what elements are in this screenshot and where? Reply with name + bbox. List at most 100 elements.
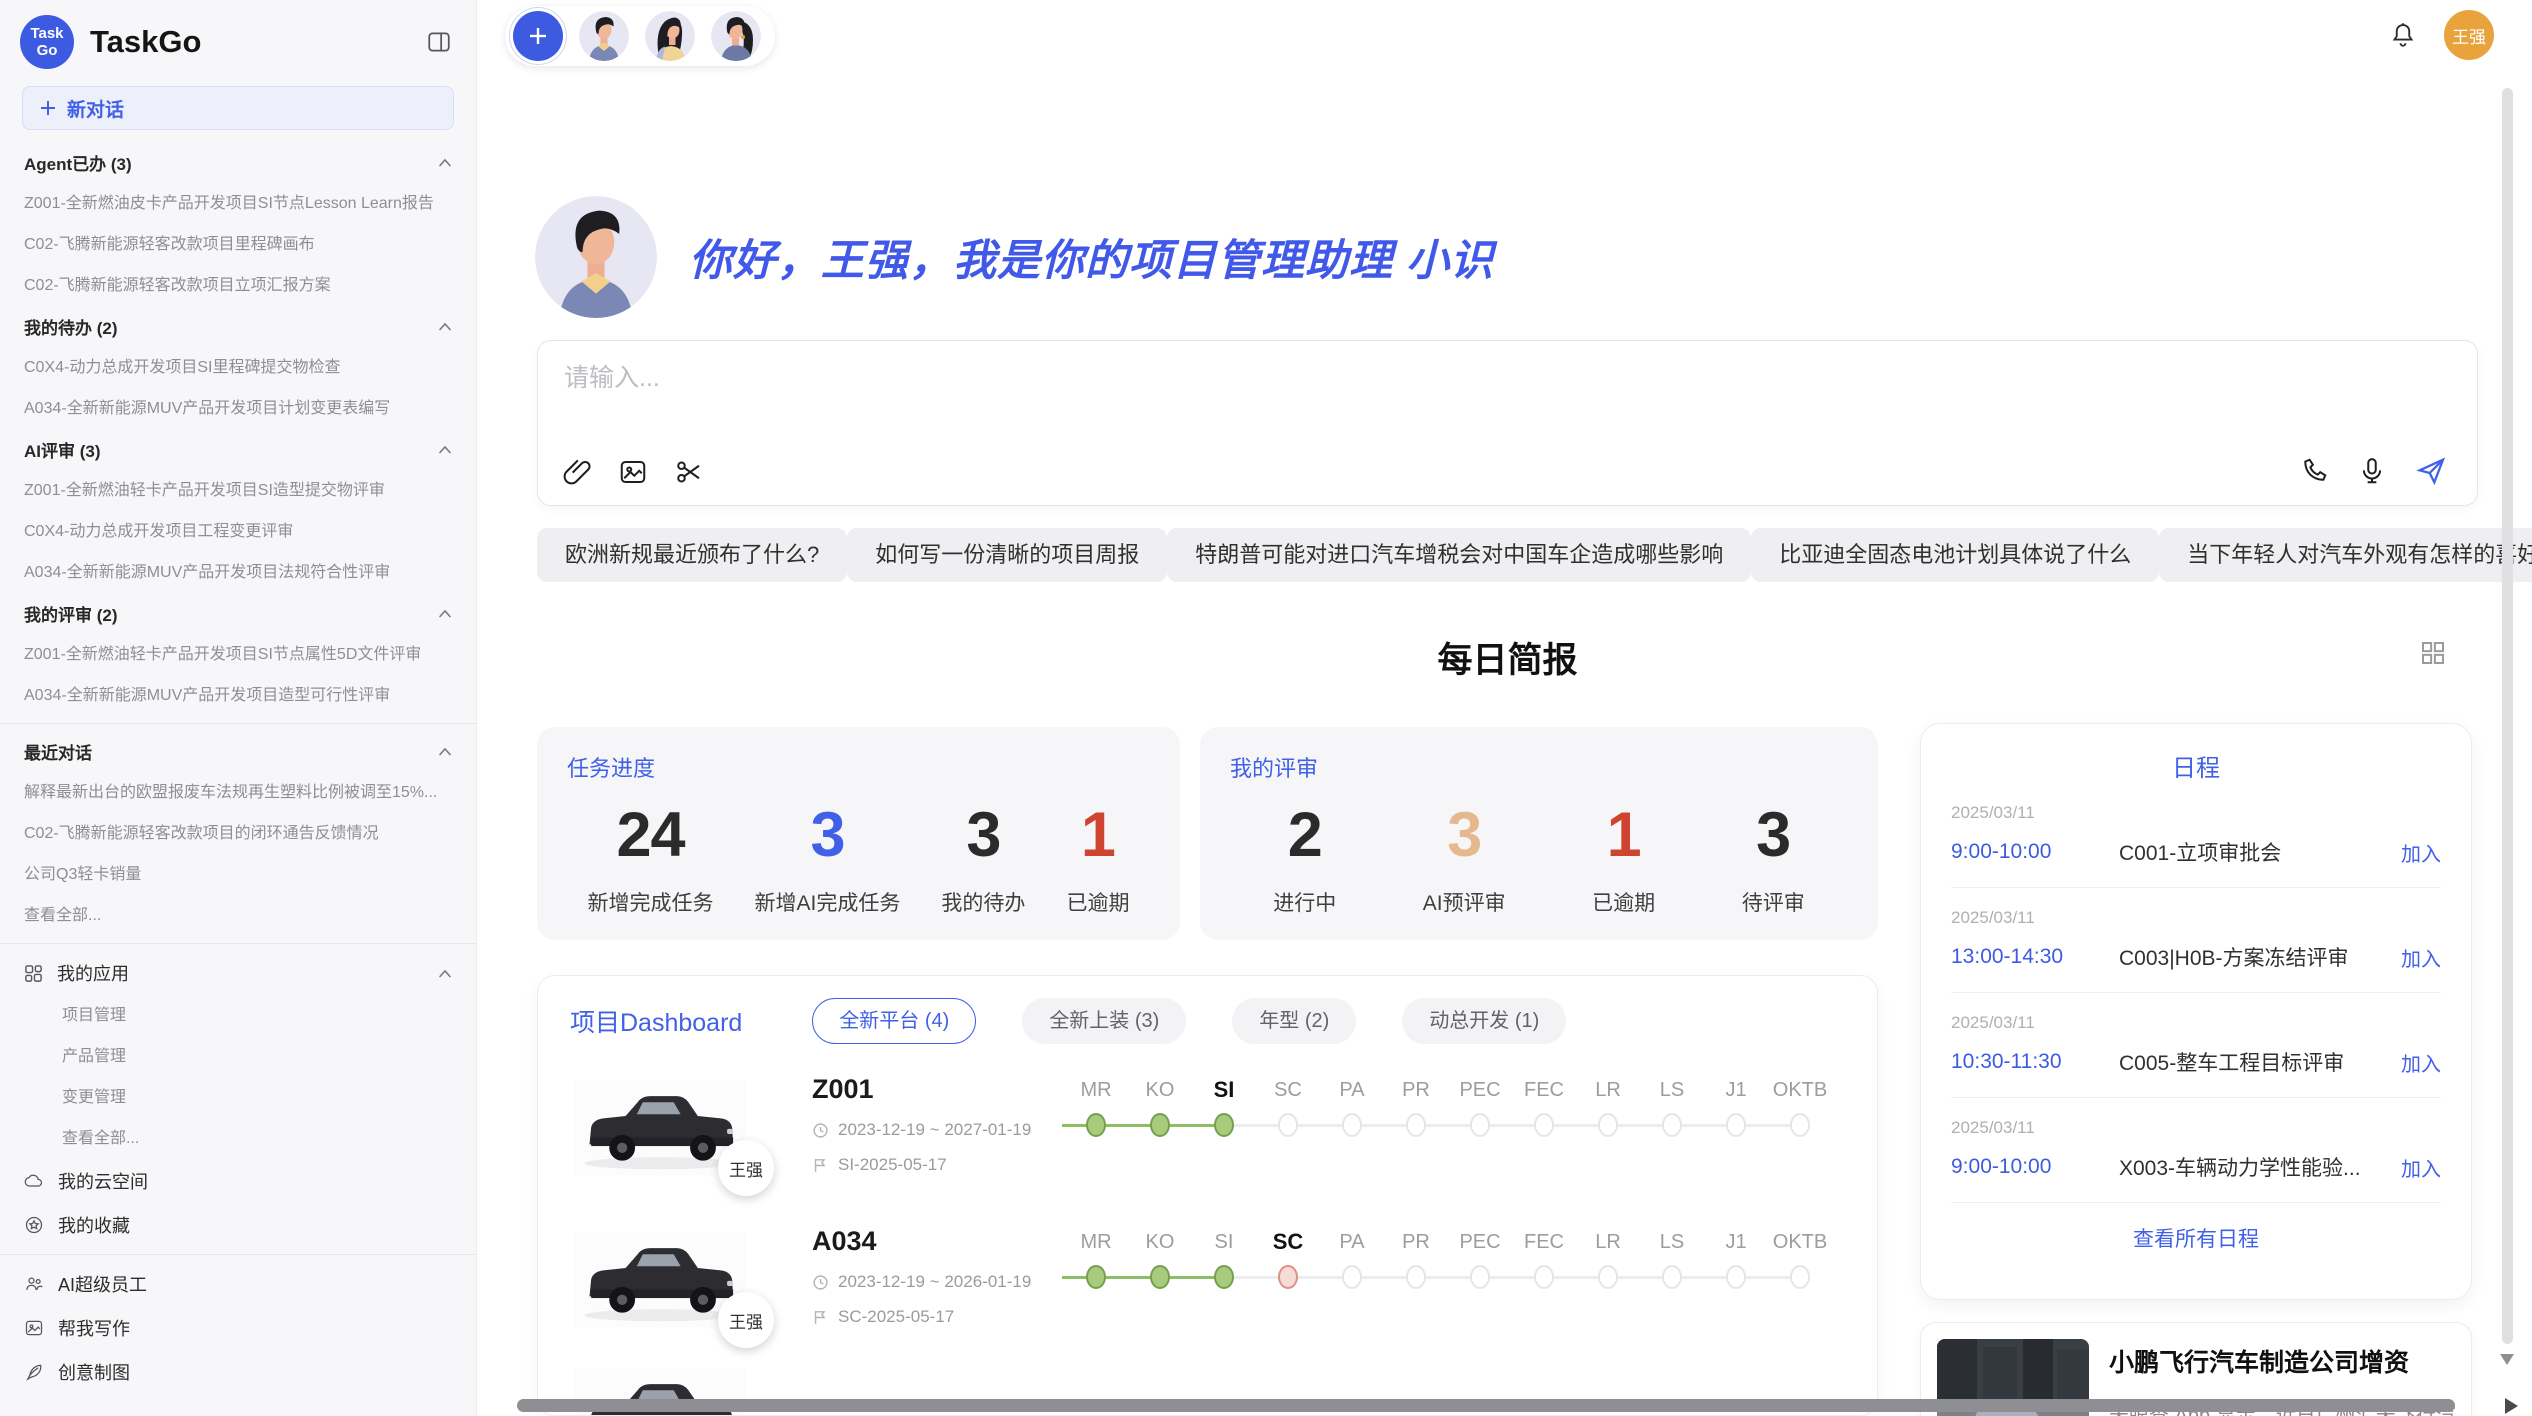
sidebar-item[interactable]: C02-飞腾新能源轻客改款项目里程碑画布: [0, 224, 476, 265]
insert-image-button[interactable]: [618, 457, 648, 487]
notifications-button[interactable]: [2388, 20, 2418, 50]
suggestion-chip[interactable]: 欧洲新规最近颁布了什么?: [537, 528, 847, 582]
project-owner-badge: 王强: [718, 1140, 774, 1196]
milestone-dot: [1278, 1113, 1298, 1137]
chat-input[interactable]: [562, 363, 1966, 394]
assistant-greeting: 你好，王强，我是你的项目管理助理 小识: [535, 196, 1494, 318]
sidebar-group-ai-review[interactable]: AI评审 (3): [0, 429, 476, 470]
sidebar-item[interactable]: A034-全新新能源MUV产品开发项目法规符合性评审: [0, 552, 476, 593]
sidebar-header: Task Go TaskGo: [0, 12, 476, 72]
agent-avatar-1[interactable]: [579, 11, 629, 61]
sidebar-item[interactable]: A034-全新新能源MUV产品开发项目计划变更表编写: [0, 388, 476, 429]
sidebar-my-favorites[interactable]: 我的收藏: [0, 1203, 476, 1247]
recent-chats-view-all[interactable]: 查看全部...: [0, 895, 476, 936]
stat-value: 1: [1592, 799, 1655, 871]
stat-value: 3: [1423, 799, 1506, 871]
app-item-product-mgmt[interactable]: 产品管理: [0, 1036, 476, 1077]
sidebar-group-agent-done[interactable]: Agent已办 (3): [0, 142, 476, 183]
sidebar-item[interactable]: C0X4-动力总成开发项目SI里程碑提交物检查: [0, 347, 476, 388]
sidebar-item[interactable]: Z001-全新燃油皮卡产品开发项目SI节点Lesson Learn报告: [0, 183, 476, 224]
clock-icon: [812, 1122, 829, 1139]
join-meeting-link[interactable]: 加入: [2401, 838, 2441, 867]
event-divider: [1951, 992, 2441, 993]
event-divider: [1951, 1097, 2441, 1098]
join-meeting-link[interactable]: 加入: [2401, 1048, 2441, 1077]
sidebar-item[interactable]: C0X4-动力总成开发项目工程变更评审: [0, 511, 476, 552]
recent-chat-item[interactable]: 公司Q3轻卡销量: [0, 854, 476, 895]
sidebar-group-my-review[interactable]: 我的评审 (2): [0, 593, 476, 634]
sidebar-group-my-todo[interactable]: 我的待办 (2): [0, 306, 476, 347]
milestone-dot: [1790, 1113, 1810, 1137]
milestone: SC: [1256, 1074, 1320, 1137]
recent-chat-item[interactable]: C02-飞腾新能源轻客改款项目的闭环通告反馈情况: [0, 813, 476, 854]
scroll-down-arrow-icon[interactable]: [2500, 1354, 2514, 1365]
recent-chat-item[interactable]: 解释最新出台的欧盟报废车法规再生塑料比例被调至15%...: [0, 772, 476, 813]
milestone-dot: [1598, 1113, 1618, 1137]
sidebar-my-apps[interactable]: 我的应用: [0, 951, 476, 995]
sidebar-collapse-button[interactable]: [422, 25, 456, 59]
avatar-woman-icon: [645, 11, 695, 61]
join-meeting-link[interactable]: 加入: [2401, 1153, 2441, 1182]
briefing-layout-button[interactable]: [2418, 638, 2448, 668]
tab-model-year[interactable]: 年型 (2): [1232, 998, 1356, 1044]
event-name: C001-立项审批会: [2119, 837, 2387, 867]
group-title: 我的评审 (2): [24, 601, 118, 626]
milestone-dot: [1662, 1113, 1682, 1137]
milestone-dot: [1342, 1113, 1362, 1137]
tab-powertrain-dev[interactable]: 动总开发 (1): [1402, 998, 1566, 1044]
project-info: A034 2023-12-19 ~ 2026-01-19 SC-2025-05-…: [812, 1226, 1060, 1327]
suggestion-chip[interactable]: 特朗普可能对进口汽车增税会对中国车企造成哪些影响: [1167, 528, 1751, 582]
screenshot-cut-button[interactable]: [674, 457, 704, 487]
app-item-project-mgmt[interactable]: 项目管理: [0, 995, 476, 1036]
sidebar: Task Go TaskGo 新对话 Agent已办 (3) Z001-全新燃油…: [0, 0, 477, 1416]
project-dates: 2023-12-19 ~ 2027-01-19: [812, 1120, 1060, 1140]
tab-new-platform[interactable]: 全新平台 (4): [812, 998, 976, 1044]
sidebar-item[interactable]: Z001-全新燃油轻卡产品开发项目SI造型提交物评审: [0, 470, 476, 511]
suggestion-chip[interactable]: 比亚迪全固态电池计划具体说了什么: [1751, 528, 2159, 582]
milestone-dot: [1790, 1265, 1810, 1289]
sidebar-creative-drawing[interactable]: 创意制图: [0, 1350, 476, 1394]
schedule-event: 13:00-14:30 C003|H0B-方案冻结评审 加入: [1951, 942, 2441, 972]
milestone: LS: [1640, 1074, 1704, 1137]
assistant-avatar: [535, 196, 657, 318]
add-agent-button[interactable]: [513, 11, 563, 61]
date-range: 2023-12-19 ~ 2026-01-19: [838, 1272, 1031, 1292]
scroll-right-arrow-icon[interactable]: [2505, 1398, 2518, 1414]
suggestion-chip[interactable]: 当下年轻人对汽车外观有怎样的喜好趋势: [2159, 528, 2532, 582]
agent-avatar-3[interactable]: [711, 11, 761, 61]
apps-view-all[interactable]: 查看全部...: [0, 1118, 476, 1159]
sidebar-my-cloud[interactable]: 我的云空间: [0, 1159, 476, 1203]
milestone: MR: [1064, 1074, 1128, 1137]
project-row-a034[interactable]: 王强 A034 2023-12-19 ~ 2026-01-19 SC-2025-…: [570, 1196, 1849, 1348]
agent-avatar-2[interactable]: [645, 11, 695, 61]
chevron-up-icon: [438, 969, 452, 978]
view-all-schedule-link[interactable]: 查看所有日程: [1951, 1223, 2441, 1253]
horizontal-scrollbar-thumb[interactable]: [517, 1399, 2455, 1412]
new-chat-button[interactable]: 新对话: [22, 86, 454, 130]
user-avatar[interactable]: 王强: [2444, 10, 2494, 60]
send-button[interactable]: [2415, 455, 2447, 487]
app-item-change-mgmt[interactable]: 变更管理: [0, 1077, 476, 1118]
attach-file-button[interactable]: [562, 457, 592, 487]
sidebar-item[interactable]: C02-飞腾新能源轻客改款项目立项汇报方案: [0, 265, 476, 306]
sidebar-ai-super-staff[interactable]: AI超级员工: [0, 1262, 476, 1306]
star-circle-icon: [24, 1215, 44, 1235]
sidebar-divider: [0, 723, 476, 724]
tab-new-upfit[interactable]: 全新上装 (3): [1022, 998, 1186, 1044]
project-row-z001[interactable]: 王强 Z001 2023-12-19 ~ 2027-01-19 SI-2025-…: [570, 1044, 1849, 1196]
milestone-dot: [1150, 1265, 1170, 1289]
milestone: PR: [1384, 1074, 1448, 1137]
sidebar-help-me-write[interactable]: 帮我写作: [0, 1306, 476, 1350]
sidebar-group-recent-chats[interactable]: 最近对话: [0, 731, 476, 772]
suggestion-chip[interactable]: 如何写一份清晰的项目周报: [847, 528, 1167, 582]
sidebar-item[interactable]: A034-全新新能源MUV产品开发项目造型可行性评审: [0, 675, 476, 716]
sidebar-item[interactable]: Z001-全新燃油轻卡产品开发项目SI节点属性5D文件评审: [0, 634, 476, 675]
voice-call-button[interactable]: [2299, 456, 2329, 486]
composer-left-tools: [562, 457, 704, 487]
vertical-scrollbar[interactable]: [2502, 88, 2513, 1344]
join-meeting-link[interactable]: 加入: [2401, 943, 2441, 972]
microphone-button[interactable]: [2357, 456, 2387, 486]
stat-overdue: 1 已逾期: [1066, 799, 1129, 917]
composer-right-tools: [2299, 455, 2447, 487]
horizontal-scrollbar[interactable]: [505, 1396, 2532, 1416]
